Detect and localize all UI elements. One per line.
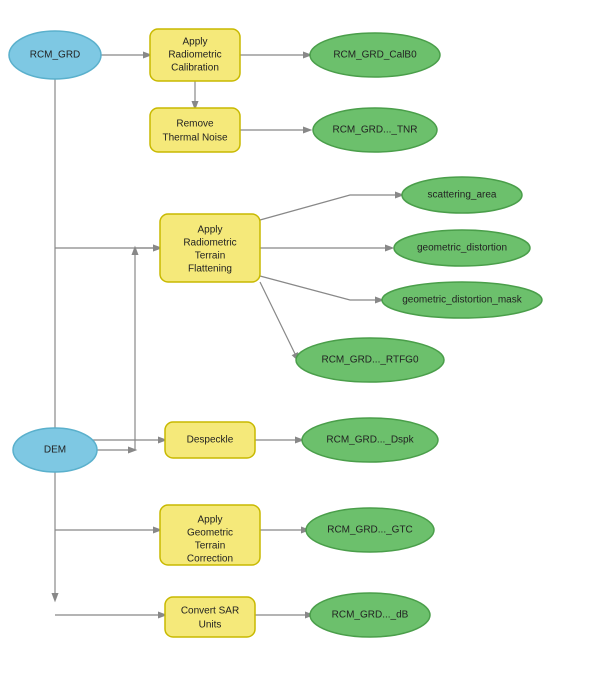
rcm-grd-node: RCM_GRD — [9, 31, 101, 79]
apply-gtc-node: Apply Geometric Terrain Correction — [160, 505, 260, 565]
rcm-grd-tnr-label: RCM_GRD..._TNR — [332, 125, 417, 136]
rcm-grd-rtfg0-node: RCM_GRD..._RTFG0 — [296, 338, 444, 382]
apply-radio-cal-node: Apply Radiometric Calibration — [150, 29, 240, 81]
despeckle-label: Despeckle — [187, 435, 234, 446]
svg-text:Radiometric: Radiometric — [183, 238, 236, 249]
svg-text:Correction: Correction — [187, 554, 233, 565]
svg-text:Units: Units — [199, 620, 222, 631]
scattering-area-label: scattering_area — [428, 190, 497, 201]
convert-sar-node: Convert SAR Units — [165, 597, 255, 637]
remove-thermal-node: Remove Thermal Noise — [150, 108, 240, 152]
despeckle-node: Despeckle — [165, 422, 255, 458]
rcm-grd-db-label: RCM_GRD..._dB — [332, 610, 409, 621]
rcm-grd-tnr-node: RCM_GRD..._TNR — [313, 108, 437, 152]
svg-text:Flattening: Flattening — [188, 264, 232, 275]
dem-node: DEM — [13, 428, 97, 472]
svg-text:Remove: Remove — [176, 119, 214, 130]
svg-text:Apply: Apply — [182, 37, 207, 48]
rcm-grd-label: RCM_GRD — [30, 50, 81, 61]
geometric-distortion-node: geometric_distortion — [394, 230, 530, 266]
svg-text:Calibration: Calibration — [171, 63, 219, 74]
rcm-grd-calb0-node: RCM_GRD_CalB0 — [310, 33, 440, 77]
rcm-grd-db-node: RCM_GRD..._dB — [310, 593, 430, 637]
svg-text:Convert SAR: Convert SAR — [181, 606, 239, 617]
svg-text:Thermal Noise: Thermal Noise — [162, 133, 227, 144]
svg-text:Apply: Apply — [197, 515, 222, 526]
rcm-grd-gtc-label: RCM_GRD..._GTC — [327, 525, 413, 536]
geometric-distortion-label: geometric_distortion — [417, 243, 507, 254]
svg-text:Apply: Apply — [197, 225, 222, 236]
rcm-grd-dspk-node: RCM_GRD..._Dspk — [302, 418, 438, 462]
svg-text:Radiometric: Radiometric — [168, 50, 221, 61]
apply-rtf-node: Apply Radiometric Terrain Flattening — [160, 214, 260, 282]
dem-label: DEM — [44, 445, 66, 456]
rcm-grd-calb0-label: RCM_GRD_CalB0 — [333, 50, 417, 61]
scattering-area-node: scattering_area — [402, 177, 522, 213]
geometric-distortion-mask-label: geometric_distortion_mask — [402, 295, 522, 306]
geometric-distortion-mask-node: geometric_distortion_mask — [382, 282, 542, 318]
svg-text:Geometric: Geometric — [187, 528, 233, 539]
rcm-grd-dspk-label: RCM_GRD..._Dspk — [326, 435, 414, 446]
workflow-diagram: RCM_GRD Apply Radiometric Calibration RC… — [0, 0, 600, 681]
rcm-grd-gtc-node: RCM_GRD..._GTC — [306, 508, 434, 552]
svg-text:Terrain: Terrain — [195, 541, 226, 552]
svg-text:Terrain: Terrain — [195, 251, 226, 262]
rcm-grd-rtfg0-label: RCM_GRD..._RTFG0 — [321, 355, 418, 366]
